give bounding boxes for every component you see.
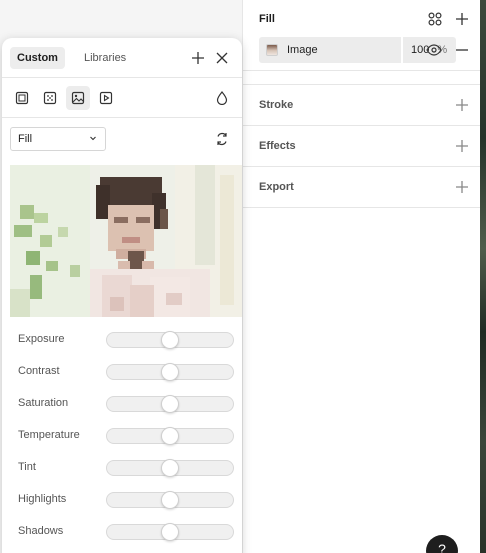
video-fill-icon[interactable] xyxy=(94,86,118,110)
stroke-section-header: Stroke xyxy=(243,85,480,126)
fill-section-spacer xyxy=(243,71,480,85)
editor-stage: Fill Image 100 % Stroke Effects Export C… xyxy=(0,0,486,553)
slider-handle[interactable] xyxy=(161,459,179,477)
export-section-title: Export xyxy=(259,181,294,193)
slider-handle[interactable] xyxy=(161,395,179,413)
stroke-section-title: Stroke xyxy=(259,99,294,111)
highlights-slider[interactable] xyxy=(106,491,234,509)
tab-custom[interactable]: Custom xyxy=(10,47,65,69)
adjustment-label: Temperature xyxy=(18,429,80,441)
tab-libraries[interactable]: Libraries xyxy=(77,47,133,69)
image-fill-icon[interactable] xyxy=(66,86,90,110)
canvas-edge xyxy=(480,0,486,553)
image-mode-value: Fill xyxy=(18,133,33,145)
fill-type-row xyxy=(2,78,242,118)
fill-picker-popover: Custom Libraries Fill Exposure Contrast … xyxy=(2,38,242,553)
chevron-down-icon xyxy=(90,136,96,141)
fill-layer-name: Image xyxy=(287,44,318,56)
export-section-header: Export xyxy=(243,167,480,208)
remove-fill-icon[interactable] xyxy=(452,40,472,60)
saturation-slider[interactable] xyxy=(106,395,234,413)
image-thumbnail xyxy=(266,44,278,56)
temperature-slider[interactable] xyxy=(106,427,234,445)
properties-panel: Fill Image 100 % Stroke Effects Export xyxy=(242,0,480,553)
adjustment-label: Contrast xyxy=(18,365,60,377)
image-mode-select[interactable]: Fill xyxy=(10,127,106,151)
slider-handle[interactable] xyxy=(161,491,179,509)
close-icon[interactable] xyxy=(212,48,232,68)
image-preview-graphic xyxy=(10,165,242,317)
adjustment-row-temperature: Temperature xyxy=(2,420,242,452)
picker-tab-bar: Custom Libraries xyxy=(2,38,242,78)
styles-grid-icon[interactable] xyxy=(425,9,445,29)
adjustment-label: Tint xyxy=(18,461,36,473)
effects-section-header: Effects xyxy=(243,126,480,167)
add-style-icon[interactable] xyxy=(188,48,208,68)
fill-section-header: Fill xyxy=(243,0,480,37)
slider-handle[interactable] xyxy=(161,523,179,541)
adjustment-label: Shadows xyxy=(18,525,64,537)
solid-fill-icon[interactable] xyxy=(10,86,34,110)
exposure-slider[interactable] xyxy=(106,331,234,349)
help-label: ? xyxy=(438,541,446,553)
shadows-slider[interactable] xyxy=(106,523,234,541)
adjustment-label: Saturation xyxy=(18,397,69,409)
add-export-icon[interactable] xyxy=(452,177,472,197)
tint-slider[interactable] xyxy=(106,459,234,477)
add-stroke-icon[interactable] xyxy=(452,95,472,115)
slider-handle[interactable] xyxy=(161,363,179,381)
adjustment-row-highlights: Highlights xyxy=(2,484,242,516)
adjustment-row-tint: Tint xyxy=(2,452,242,484)
add-effect-icon[interactable] xyxy=(452,136,472,156)
effects-section-title: Effects xyxy=(259,140,296,152)
contrast-slider[interactable] xyxy=(106,363,234,381)
adjustment-row-shadows: Shadows xyxy=(2,516,242,548)
image-preview[interactable] xyxy=(10,165,242,317)
fill-layer-chip[interactable]: Image xyxy=(259,37,401,63)
image-mode-row: Fill xyxy=(2,118,242,158)
fill-layer-row: Image 100 % xyxy=(243,37,480,71)
fill-section-title: Fill xyxy=(259,12,275,25)
visibility-eye-icon[interactable] xyxy=(424,40,444,60)
adjustment-label: Exposure xyxy=(18,333,65,345)
gradient-fill-icon[interactable] xyxy=(38,86,62,110)
adjustment-row-contrast: Contrast xyxy=(2,356,242,388)
add-fill-icon[interactable] xyxy=(452,9,472,29)
slider-handle[interactable] xyxy=(161,427,179,445)
opacity-drop-icon[interactable] xyxy=(210,86,234,110)
image-adjustments: Exposure Contrast Saturation Temperature Tin… xyxy=(2,324,242,548)
adjustment-row-exposure: Exposure xyxy=(2,324,242,356)
slider-handle[interactable] xyxy=(161,331,179,349)
adjustment-row-saturation: Saturation xyxy=(2,388,242,420)
rotate-image-icon[interactable] xyxy=(212,129,232,149)
adjustment-label: Highlights xyxy=(18,493,67,505)
